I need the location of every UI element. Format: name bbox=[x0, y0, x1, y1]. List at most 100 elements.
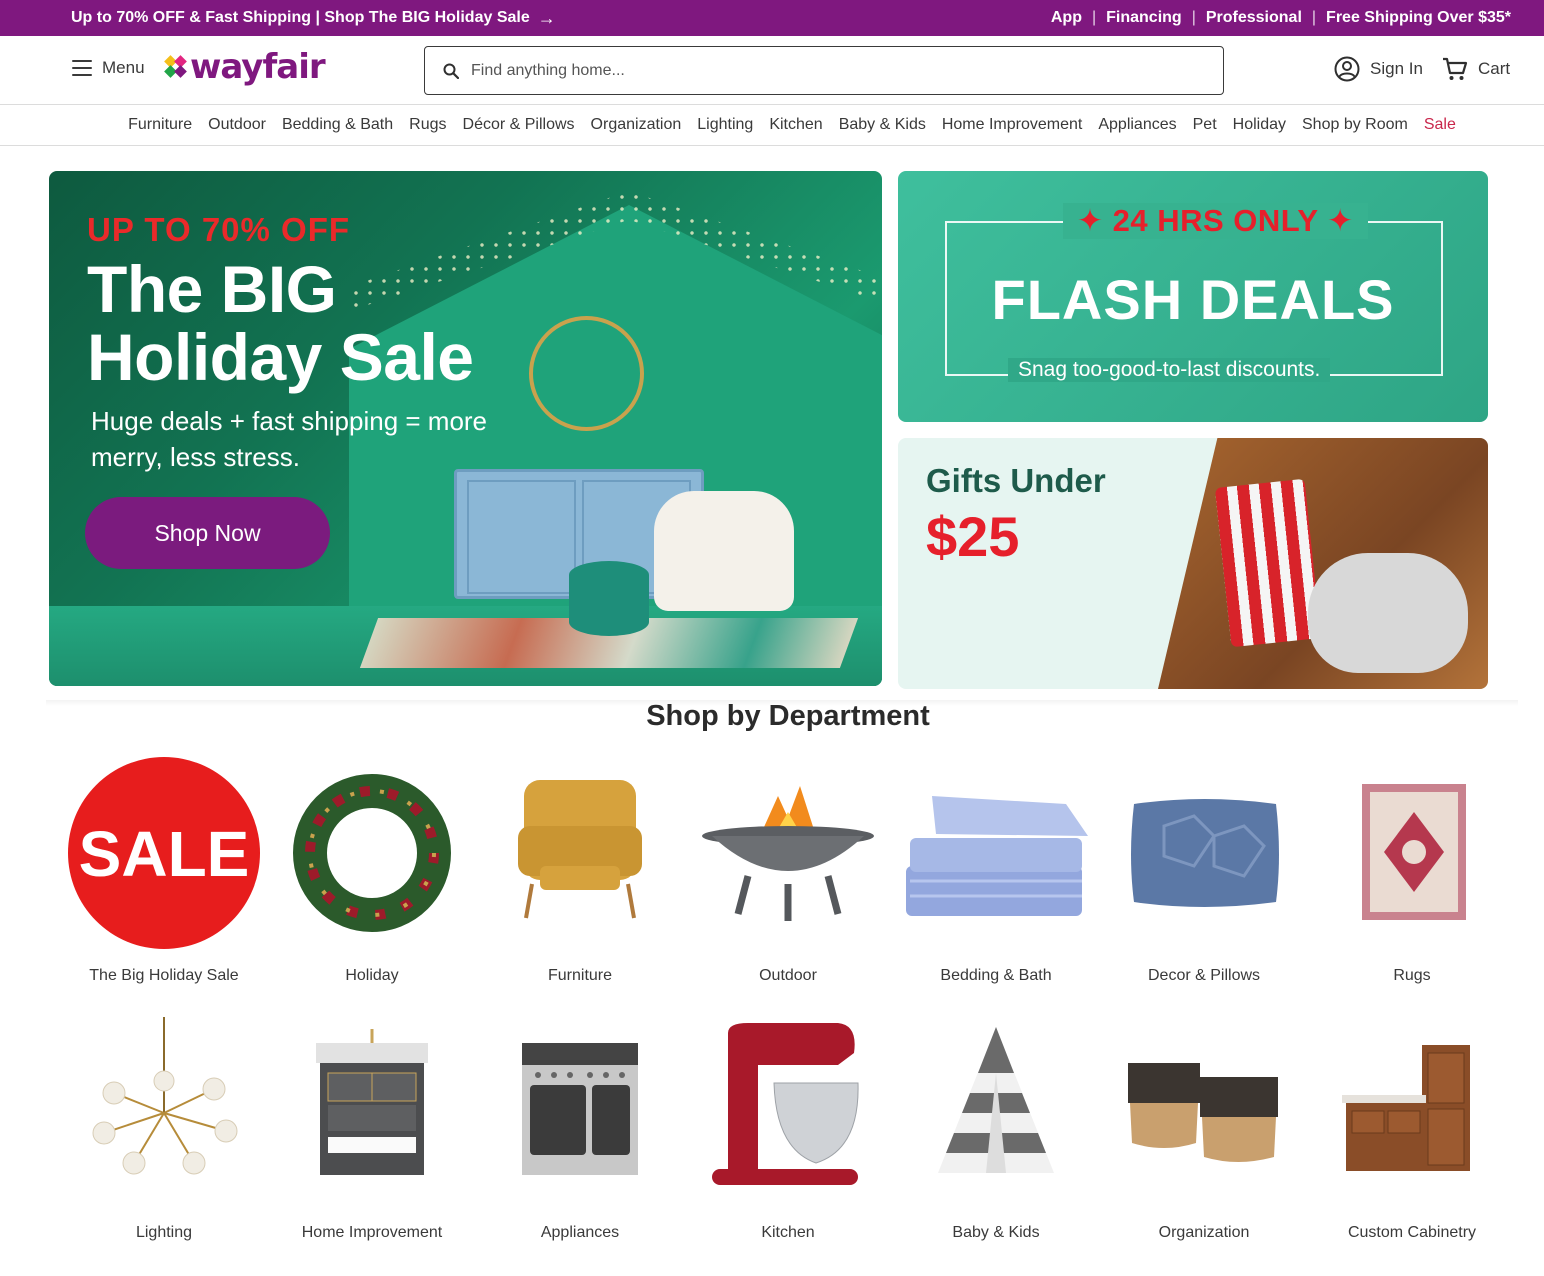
nav-furniture[interactable]: Furniture bbox=[128, 116, 192, 134]
pouf-image bbox=[569, 561, 649, 636]
promo-links: App | Financing | Professional | Free Shipp… bbox=[1041, 9, 1511, 27]
promo-link-professional[interactable]: Professional bbox=[1196, 9, 1312, 27]
hamburger-icon bbox=[72, 60, 92, 76]
department-label: Baby & Kids bbox=[952, 1224, 1040, 1241]
sign-in-label: Sign In bbox=[1370, 59, 1423, 78]
department-label: Rugs bbox=[1393, 967, 1431, 984]
wayfair-logo[interactable]: wayfair bbox=[164, 47, 326, 87]
department-label: Decor & Pillows bbox=[1147, 967, 1261, 984]
pillow-image bbox=[1104, 756, 1304, 951]
vanity-image bbox=[272, 1013, 472, 1208]
promo-link[interactable]: Up to 70% OFF & Fast Shipping | Shop The… bbox=[71, 9, 556, 27]
flash-badge-text: 24 HRS ONLY bbox=[1112, 203, 1318, 238]
range-oven-image bbox=[480, 1013, 680, 1208]
department-lighting[interactable]: Lighting bbox=[64, 1013, 264, 1242]
promo-text: Up to 70% OFF & Fast Shipping | Shop The… bbox=[71, 9, 530, 26]
hero-kicker: UP TO 70% OFF bbox=[87, 211, 351, 248]
department-baby-kids[interactable]: Baby & Kids bbox=[896, 1013, 1096, 1242]
search-icon[interactable] bbox=[443, 63, 459, 79]
gifts-price: $25 bbox=[926, 505, 1020, 568]
department-label: Kitchen bbox=[761, 1224, 815, 1241]
promo-link-free-shipping[interactable]: Free Shipping Over $35* bbox=[1316, 9, 1511, 27]
department-bedding-bath[interactable]: Bedding & Bath bbox=[896, 756, 1096, 985]
nav-sale[interactable]: Sale bbox=[1424, 116, 1456, 134]
sparkle-icon: ✦ bbox=[1317, 203, 1354, 238]
nav-appliances[interactable]: Appliances bbox=[1098, 116, 1176, 134]
nav-outdoor[interactable]: Outdoor bbox=[208, 116, 266, 134]
armchair-image bbox=[654, 491, 794, 611]
nav-holiday[interactable]: Holiday bbox=[1233, 116, 1286, 134]
chandelier-image bbox=[64, 1013, 264, 1208]
divider: | bbox=[1311, 9, 1317, 26]
department-label: Custom Cabinetry bbox=[1347, 1224, 1477, 1241]
cart-icon bbox=[1443, 57, 1468, 80]
cabinetry-image bbox=[1312, 1013, 1512, 1208]
flash-title: FLASH DEALS bbox=[991, 268, 1395, 331]
nav-shop-by-room[interactable]: Shop by Room bbox=[1302, 116, 1408, 134]
nav-home-improvement[interactable]: Home Improvement bbox=[942, 116, 1083, 134]
gifts-label: Gifts Under bbox=[926, 462, 1106, 499]
department-sale[interactable]: SALE The Big Holiday Sale bbox=[64, 756, 264, 985]
search-input[interactable] bbox=[471, 61, 1171, 80]
gifts-under-25-banner[interactable]: Gifts Under $25 bbox=[898, 438, 1488, 689]
promo-link-app[interactable]: App bbox=[1041, 9, 1092, 27]
promo-link-financing[interactable]: Financing bbox=[1096, 9, 1192, 27]
nav-kitchen[interactable]: Kitchen bbox=[769, 116, 822, 134]
nav-lighting[interactable]: Lighting bbox=[697, 116, 753, 134]
department-custom-cabinetry[interactable]: Custom Cabinetry bbox=[1312, 1013, 1512, 1242]
department-decor-pillows[interactable]: Decor & Pillows bbox=[1104, 756, 1304, 985]
wreath-image bbox=[272, 756, 472, 951]
sparkle-icon: ✦ bbox=[1077, 203, 1113, 238]
bed-sheets-image bbox=[896, 756, 1096, 951]
teepee-image bbox=[896, 1013, 1096, 1208]
menu-button[interactable]: Menu bbox=[72, 58, 145, 78]
arrow-right-icon: → bbox=[537, 8, 556, 28]
department-holiday[interactable]: Holiday bbox=[272, 756, 472, 985]
department-kitchen[interactable]: Kitchen bbox=[688, 1013, 888, 1242]
account-icon bbox=[1334, 56, 1360, 82]
nav-bedding-bath[interactable]: Bedding & Bath bbox=[282, 116, 393, 134]
sign-in-button[interactable]: Sign In bbox=[1334, 56, 1423, 82]
department-label: Organization bbox=[1158, 1224, 1250, 1241]
nav-pet[interactable]: Pet bbox=[1193, 116, 1217, 134]
baskets-image bbox=[1104, 1013, 1304, 1208]
nav-decor-pillows[interactable]: Décor & Pillows bbox=[463, 116, 575, 134]
department-heading: Shop by Department bbox=[646, 700, 930, 732]
department-label: Outdoor bbox=[759, 967, 817, 984]
hero-title: The BIG Holiday Sale bbox=[87, 252, 474, 394]
nav-rugs[interactable]: Rugs bbox=[409, 116, 446, 134]
hero-subtitle: Huge deals + fast shipping = more merry,… bbox=[91, 406, 488, 472]
hero-banner[interactable]: UP TO 70% OFF The BIG Holiday Sale Huge … bbox=[49, 171, 882, 686]
flash-tagline: Snag too-good-to-last discounts. bbox=[1008, 358, 1331, 382]
fire-pit-image bbox=[688, 756, 888, 951]
department-appliances[interactable]: Appliances bbox=[480, 1013, 680, 1242]
department-furniture[interactable]: Furniture bbox=[480, 756, 680, 985]
nav-organization[interactable]: Organization bbox=[591, 116, 682, 134]
cart-button[interactable]: Cart bbox=[1442, 56, 1510, 82]
popcorn-ornament-image bbox=[1214, 478, 1322, 648]
department-label: Lighting bbox=[135, 1224, 193, 1241]
flash-deals-banner[interactable]: ✦ 24 HRS ONLY ✦ FLASH DEALS Snag too-goo… bbox=[898, 171, 1488, 422]
menu-label: Menu bbox=[102, 58, 145, 77]
rug-image bbox=[1312, 756, 1512, 951]
department-label: Bedding & Bath bbox=[940, 967, 1052, 984]
sale-badge-text: SALE bbox=[79, 818, 250, 890]
divider: | bbox=[1191, 9, 1196, 26]
logo-wordmark: wayfair bbox=[190, 47, 326, 87]
flash-badge: ✦ 24 HRS ONLY ✦ bbox=[1063, 203, 1368, 239]
site-header: Menu wayfair Sign In Cart bbox=[0, 36, 1544, 105]
category-nav: Furniture Outdoor Bedding & Bath Rugs Dé… bbox=[0, 105, 1544, 146]
sale-badge-image: SALE bbox=[64, 756, 264, 951]
stand-mixer-image bbox=[688, 1013, 888, 1208]
nav-baby-kids[interactable]: Baby & Kids bbox=[839, 116, 926, 134]
department-organization[interactable]: Organization bbox=[1104, 1013, 1304, 1242]
department-label: Home Improvement bbox=[301, 1224, 443, 1241]
logo-mark-icon bbox=[164, 55, 187, 78]
department-home-improvement[interactable]: Home Improvement bbox=[272, 1013, 472, 1242]
department-label: Furniture bbox=[547, 967, 613, 984]
divider: | bbox=[1091, 9, 1097, 26]
department-rugs[interactable]: Rugs bbox=[1312, 756, 1512, 985]
shop-now-button[interactable]: Shop Now bbox=[85, 497, 330, 569]
cart-label: Cart bbox=[1478, 59, 1511, 78]
department-outdoor[interactable]: Outdoor bbox=[688, 756, 888, 985]
